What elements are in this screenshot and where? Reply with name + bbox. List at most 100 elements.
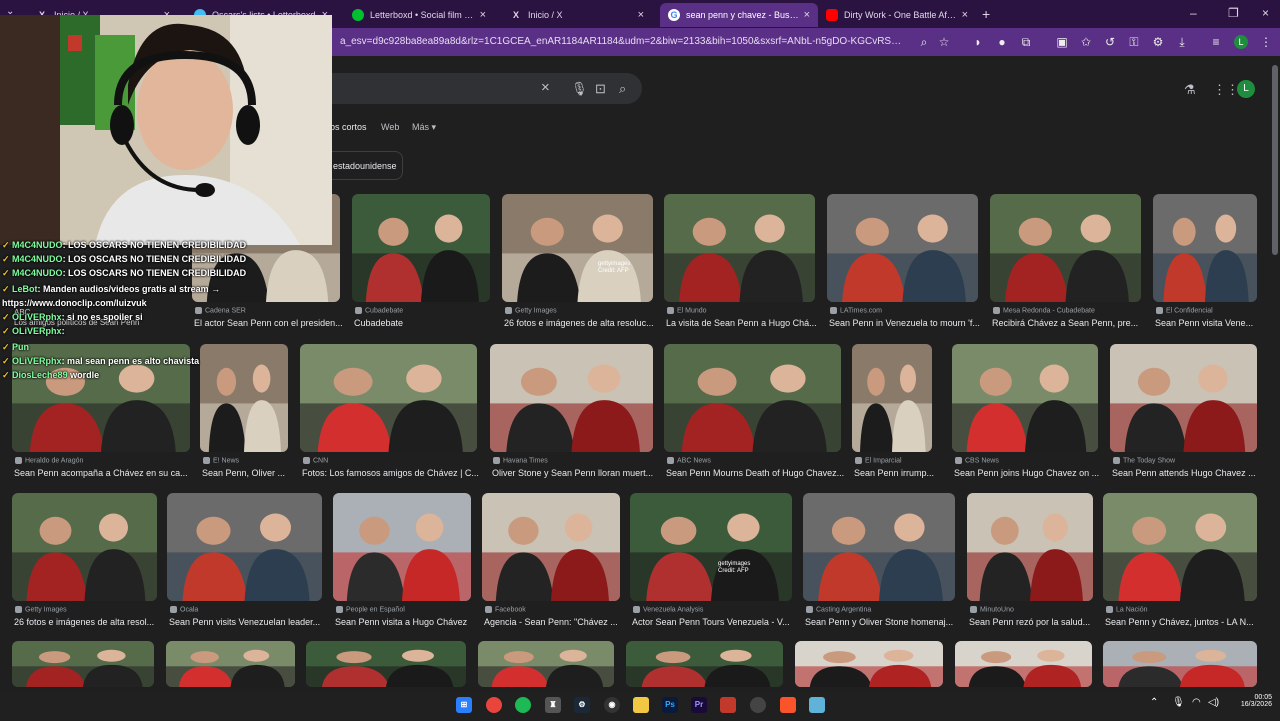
notepad-icon[interactable]: [809, 697, 825, 713]
profile-avatar[interactable]: L: [1237, 80, 1255, 98]
image-thumbnail[interactable]: [1103, 641, 1257, 687]
result-caption[interactable]: Sean Penn rezó por la salud...: [969, 617, 1101, 627]
result-caption[interactable]: Sean Penn joins Hugo Chavez on ...: [954, 468, 1106, 478]
new-tab-button[interactable]: +: [982, 6, 990, 22]
result-source[interactable]: El Mundo: [667, 307, 707, 314]
minimize-icon[interactable]: –: [1190, 6, 1197, 20]
obs-icon[interactable]: ◉: [604, 697, 620, 713]
zoom-icon[interactable]: ⌕: [916, 34, 932, 50]
image-thumbnail[interactable]: [482, 493, 620, 601]
system-clock[interactable]: 00:05 16/3/2026: [1226, 694, 1272, 708]
image-thumbnail[interactable]: [967, 493, 1093, 601]
result-caption[interactable]: Sean Penn, Oliver ...: [202, 468, 296, 478]
search-input[interactable]: × 🎙 ⊡ ⌕: [320, 73, 642, 104]
result-caption[interactable]: Sean Penn visita Vene...: [1155, 318, 1265, 328]
result-source[interactable]: Casting Argentina: [806, 606, 871, 613]
image-thumbnail[interactable]: [478, 641, 614, 687]
result-caption[interactable]: Sean Penn visita a Hugo Chávez: [335, 617, 479, 627]
result-caption[interactable]: Sean Penn irrump...: [854, 468, 940, 478]
image-thumbnail[interactable]: [795, 641, 943, 687]
volume-icon[interactable]: ◁): [1208, 697, 1219, 708]
extension-icon[interactable]: ◗: [970, 34, 986, 50]
result-caption[interactable]: Cubadebate: [354, 318, 498, 328]
menu-icon[interactable]: ⋮: [1258, 34, 1274, 50]
address-bar[interactable]: a_esv=d9c928ba8ea89a8d&rlz=1C1GCEA_enAR1…: [340, 36, 905, 47]
tab-letterboxd[interactable]: Letterboxd • Social film discove ×: [344, 3, 494, 27]
camera-lens-icon[interactable]: ⊡: [595, 81, 606, 97]
result-caption[interactable]: Sean Penn Mourns Death of Hugo Chavez...: [666, 468, 849, 478]
image-result[interactable]: Mesa Redonda - Cubadebate Recibirá Chávez…: [990, 194, 1141, 336]
result-source[interactable]: CNN: [303, 457, 328, 464]
tab-more[interactable]: Más ▾: [412, 122, 436, 133]
result-caption[interactable]: Fotos: Los famosos amigos de Chávez | C.…: [302, 468, 485, 478]
image-result[interactable]: People en Español Sean Penn visita a Hugo…: [333, 493, 471, 635]
result-source[interactable]: Havana Times: [493, 457, 548, 464]
photoshop-icon[interactable]: Ps: [662, 697, 678, 713]
image-result[interactable]: La Nación Sean Penn y Chávez, juntos - LA…: [1103, 493, 1257, 635]
result-caption[interactable]: Actor Sean Penn Tours Venezuela - V...: [632, 617, 800, 627]
app-icon[interactable]: [750, 697, 766, 713]
image-result[interactable]: The Today Show Sean Penn attends Hugo Cha…: [1110, 344, 1257, 486]
reading-list-icon[interactable]: ≡: [1208, 34, 1224, 50]
search-icon[interactable]: ⌕: [619, 81, 626, 97]
brave-icon[interactable]: [780, 697, 796, 713]
image-result[interactable]: Ocala Sean Penn visits Venezuelan leader.…: [167, 493, 322, 635]
close-icon[interactable]: ×: [480, 9, 486, 21]
image-result[interactable]: LATimes.com Sean Penn in Venezuela to mou…: [827, 194, 980, 336]
result-source[interactable]: E! News: [203, 457, 239, 464]
extension-icon[interactable]: ⚙: [1150, 34, 1166, 50]
image-thumbnail[interactable]: [306, 641, 466, 687]
result-source[interactable]: LATimes.com: [830, 307, 882, 314]
result-caption[interactable]: Oliver Stone y Sean Penn lloran muert...: [492, 468, 661, 478]
image-result[interactable]: El Imparcial Sean Penn irrump...: [852, 344, 934, 486]
image-thumbnail[interactable]: [12, 493, 157, 601]
result-source[interactable]: People en Español: [336, 606, 405, 613]
profile-avatar[interactable]: L: [1234, 35, 1248, 49]
result-source[interactable]: MinutoUno: [970, 606, 1014, 613]
wifi-icon[interactable]: ◠: [1192, 697, 1201, 708]
windows-start-icon[interactable]: ⊞: [456, 697, 472, 713]
image-result[interactable]: MinutoUno Sean Penn rezó por la salud...: [967, 493, 1093, 635]
close-icon[interactable]: ×: [804, 9, 810, 21]
puzzle-icon[interactable]: ⧉: [1018, 34, 1034, 50]
image-thumbnail[interactable]: [502, 194, 653, 302]
result-source[interactable]: Heraldo de Aragón: [15, 457, 83, 464]
image-result[interactable]: ABC News Sean Penn Mourns Death of Hugo C…: [664, 344, 844, 486]
close-icon[interactable]: ×: [638, 9, 644, 21]
result-caption[interactable]: Recibirá Chávez a Sean Penn, pre...: [992, 318, 1149, 328]
result-source[interactable]: Facebook: [485, 606, 526, 613]
bookmark-star-icon[interactable]: ☆: [936, 34, 952, 50]
result-caption[interactable]: Agencia - Sean Penn: "Chávez ...: [484, 617, 628, 627]
steam-icon[interactable]: ⚙: [574, 697, 590, 713]
premiere-icon[interactable]: Pr: [691, 697, 707, 713]
result-source[interactable]: Getty Images: [15, 606, 67, 613]
tab-google-search[interactable]: G sean penn y chavez - Buscar co ×: [660, 3, 818, 27]
close-icon[interactable]: ×: [962, 9, 968, 21]
result-source[interactable]: Venezuela Analysis: [633, 606, 703, 613]
app-icon[interactable]: ♜: [545, 697, 561, 713]
result-caption[interactable]: La visita de Sean Penn a Hugo Chá...: [666, 318, 823, 328]
image-thumbnail[interactable]: [630, 493, 792, 601]
result-caption[interactable]: Sean Penn attends Hugo Chavez ...: [1112, 468, 1265, 478]
result-source[interactable]: Ocala: [170, 606, 198, 613]
image-result[interactable]: Casting Argentina Sean Penn y Oliver Ston…: [803, 493, 955, 635]
filter-chip[interactable]: estadounidense: [320, 151, 403, 180]
clear-icon[interactable]: ×: [541, 79, 550, 96]
chevron-up-icon[interactable]: ⌃: [1150, 697, 1158, 708]
image-result[interactable]: CNN Fotos: Los famosos amigos de Chávez |…: [300, 344, 479, 486]
result-source[interactable]: The Today Show: [1113, 457, 1175, 464]
image-thumbnail[interactable]: [952, 344, 1098, 452]
favorites-icon[interactable]: ✩: [1078, 34, 1094, 50]
microphone-icon[interactable]: 🎙: [571, 81, 588, 97]
image-thumbnail[interactable]: [1153, 194, 1257, 302]
image-result[interactable]: Getty Images 26 fotos e imágenes de alta …: [12, 493, 157, 635]
image-thumbnail[interactable]: [300, 344, 477, 452]
apps-grid-icon[interactable]: ⋮⋮: [1213, 82, 1239, 98]
result-source[interactable]: El Imparcial: [855, 457, 902, 464]
image-thumbnail[interactable]: [664, 344, 841, 452]
image-thumbnail[interactable]: [167, 493, 322, 601]
result-source[interactable]: La Nación: [1106, 606, 1148, 613]
image-thumbnail[interactable]: [955, 641, 1092, 687]
result-source[interactable]: Mesa Redonda - Cubadebate: [993, 307, 1095, 314]
image-thumbnail[interactable]: [1110, 344, 1257, 452]
